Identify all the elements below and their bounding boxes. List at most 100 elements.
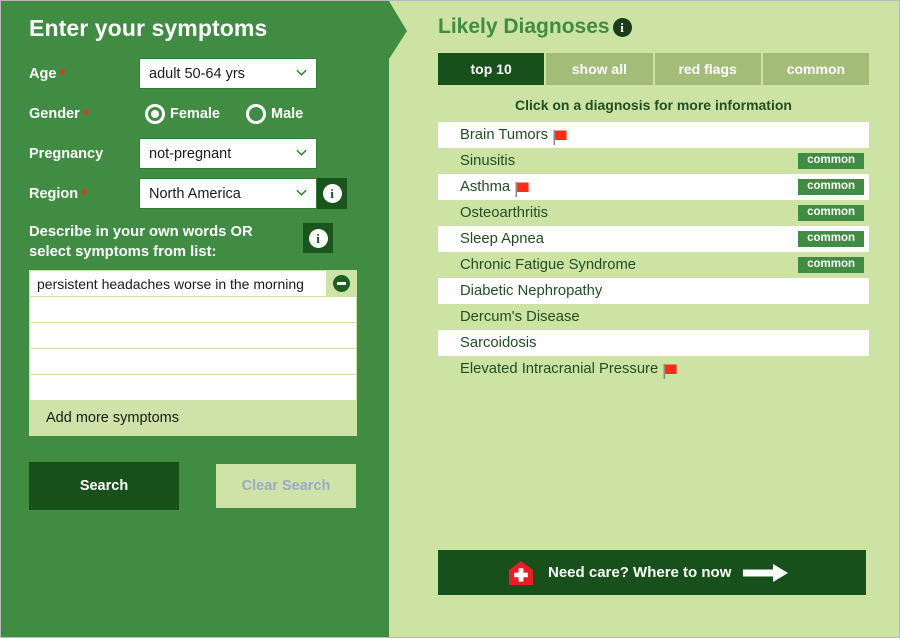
describe-line-1: Describe in your own words OR <box>29 224 253 240</box>
symptom-input-5[interactable] <box>30 375 356 401</box>
diagnosis-row[interactable]: Sinusitis common <box>438 148 869 174</box>
diagnoses-panel: Likely Diagnoses i top 10 show all red f… <box>407 1 899 637</box>
age-select-value: adult 50-64 yrs <box>149 65 245 82</box>
diagnosis-name: Sinusitis <box>460 153 516 169</box>
pregnancy-select[interactable]: not-pregnant <box>139 138 317 169</box>
tab-top-10[interactable]: top 10 <box>438 53 545 85</box>
diagnosis-list: Brain Tumors Sinusitis common Asthma common O… <box>438 122 869 382</box>
describe-line-2: select symptoms from list: <box>29 243 217 260</box>
symptom-input-4[interactable] <box>30 349 356 375</box>
diagnosis-name: Elevated Intracranial Pressure <box>460 361 659 377</box>
common-badge: common <box>798 152 864 170</box>
page-title: Enter your symptoms <box>29 15 268 41</box>
label-region-text: Region <box>29 185 79 202</box>
diagnosis-row[interactable]: Elevated Intracranial Pressure <box>438 356 869 382</box>
remove-symptom-button-1[interactable] <box>326 271 356 297</box>
symptom-row <box>30 349 356 376</box>
radio-female-label: Female <box>170 105 220 122</box>
diagnosis-name: Sleep Apnea <box>460 231 544 247</box>
label-gender-text: Gender <box>29 105 80 122</box>
tab-red-flags[interactable]: red flags <box>654 53 761 85</box>
radio-female[interactable]: Female <box>145 103 220 124</box>
red-flag-icon <box>663 363 677 379</box>
symptom-row <box>30 375 356 402</box>
need-care-button[interactable]: Need care? Where to now <box>438 550 866 595</box>
label-pregnancy-text: Pregnancy <box>29 145 104 162</box>
clinic-cross-icon <box>508 560 534 586</box>
red-flag-icon <box>553 129 567 145</box>
info-icon[interactable]: i <box>612 17 632 37</box>
chevron-down-icon <box>296 187 307 198</box>
arrow-right-icon <box>743 563 789 583</box>
diagnosis-name: Sarcoidosis <box>460 335 537 351</box>
minus-circle-icon <box>332 275 350 293</box>
diagnosis-row[interactable]: Brain Tumors <box>438 122 869 148</box>
chevron-down-icon <box>296 147 307 158</box>
label-age: Age * <box>23 65 139 84</box>
chevron-down-icon <box>296 67 307 78</box>
required-asterisk: * <box>59 66 66 84</box>
diagnosis-row[interactable]: Dercum's Disease <box>438 304 869 330</box>
diagnosis-row[interactable]: Sleep Apnea common <box>438 226 869 252</box>
symptom-input-list: Add more symptoms <box>29 270 357 437</box>
age-select[interactable]: adult 50-64 yrs <box>139 58 317 89</box>
diagnosis-row[interactable]: Diabetic Nephropathy <box>438 278 869 304</box>
symptom-checker-app: Enter your symptoms Age * adult 50-64 yrs… <box>0 0 900 638</box>
red-flag-icon <box>515 181 529 197</box>
common-badge: common <box>798 230 864 248</box>
symptom-entry-content: Enter your symptoms Age * adult 50-64 yrs… <box>1 1 389 637</box>
gender-radio-group: Female Male <box>139 103 304 124</box>
diagnosis-name: Chronic Fatigue Syndrome <box>460 257 637 273</box>
symptom-row <box>30 323 356 350</box>
symptom-input-3[interactable] <box>30 323 356 349</box>
radio-male-label: Male <box>270 105 304 122</box>
field-row-age: Age * adult 50-64 yrs <box>23 58 367 89</box>
describe-heading: Describe in your own words OR select sym… <box>29 223 297 262</box>
click-instruction: Click on a diagnosis for more informatio… <box>515 97 792 113</box>
symptom-input-2[interactable] <box>30 297 356 323</box>
common-badge: common <box>798 204 864 222</box>
required-asterisk: * <box>81 186 88 204</box>
diagnoses-tab-bar: top 10 show all red flags common <box>438 53 869 85</box>
common-badge: common <box>798 256 864 274</box>
action-button-row: Search Clear Search <box>23 462 367 511</box>
label-pregnancy: Pregnancy <box>23 146 139 162</box>
symptom-row <box>30 297 356 324</box>
add-more-symptoms-button[interactable]: Add more symptoms <box>30 401 356 436</box>
info-icon: i <box>308 228 328 248</box>
diagnosis-row[interactable]: Sarcoidosis <box>438 330 869 356</box>
tab-show-all[interactable]: show all <box>546 53 653 85</box>
symptom-row <box>30 271 356 298</box>
clear-search-button[interactable]: Clear Search <box>216 464 356 509</box>
info-icon: i <box>322 184 342 203</box>
label-region: Region * <box>23 185 139 204</box>
describe-info-button[interactable]: i <box>303 223 333 253</box>
field-row-pregnancy: Pregnancy not-pregnant <box>23 138 367 169</box>
common-badge: common <box>798 178 864 196</box>
symptom-input-1[interactable] <box>30 271 326 297</box>
diagnosis-name: Dercum's Disease <box>460 309 580 325</box>
tab-common[interactable]: common <box>762 53 869 85</box>
diagnoses-title-text: Likely Diagnoses <box>438 15 610 38</box>
need-care-label: Need care? Where to now <box>548 564 732 581</box>
diagnosis-name: Osteoarthritis <box>460 205 548 221</box>
label-age-text: Age <box>29 65 57 82</box>
region-info-button[interactable]: i <box>317 178 347 209</box>
diagnosis-row[interactable]: Osteoarthritis common <box>438 200 869 226</box>
diagnosis-name: Diabetic Nephropathy <box>460 283 603 299</box>
diagnosis-name: Asthma <box>460 179 511 195</box>
search-button[interactable]: Search <box>29 462 179 511</box>
label-gender: Gender * <box>23 105 139 124</box>
diagnosis-name: Brain Tumors <box>460 127 548 143</box>
field-row-gender: Gender * Female Male <box>23 98 367 129</box>
diagnoses-title-row: Likely Diagnoses i <box>438 15 878 39</box>
field-row-region: Region * North America i <box>23 178 367 209</box>
radio-male[interactable]: Male <box>245 103 304 124</box>
radio-male-indicator <box>245 103 266 124</box>
describe-heading-row: Describe in your own words OR select sym… <box>23 223 367 262</box>
diagnosis-row[interactable]: Chronic Fatigue Syndrome common <box>438 252 869 278</box>
radio-female-indicator <box>145 103 165 124</box>
region-select[interactable]: North America <box>139 178 317 209</box>
region-select-value: North America <box>149 185 241 202</box>
diagnosis-row[interactable]: Asthma common <box>438 174 869 200</box>
